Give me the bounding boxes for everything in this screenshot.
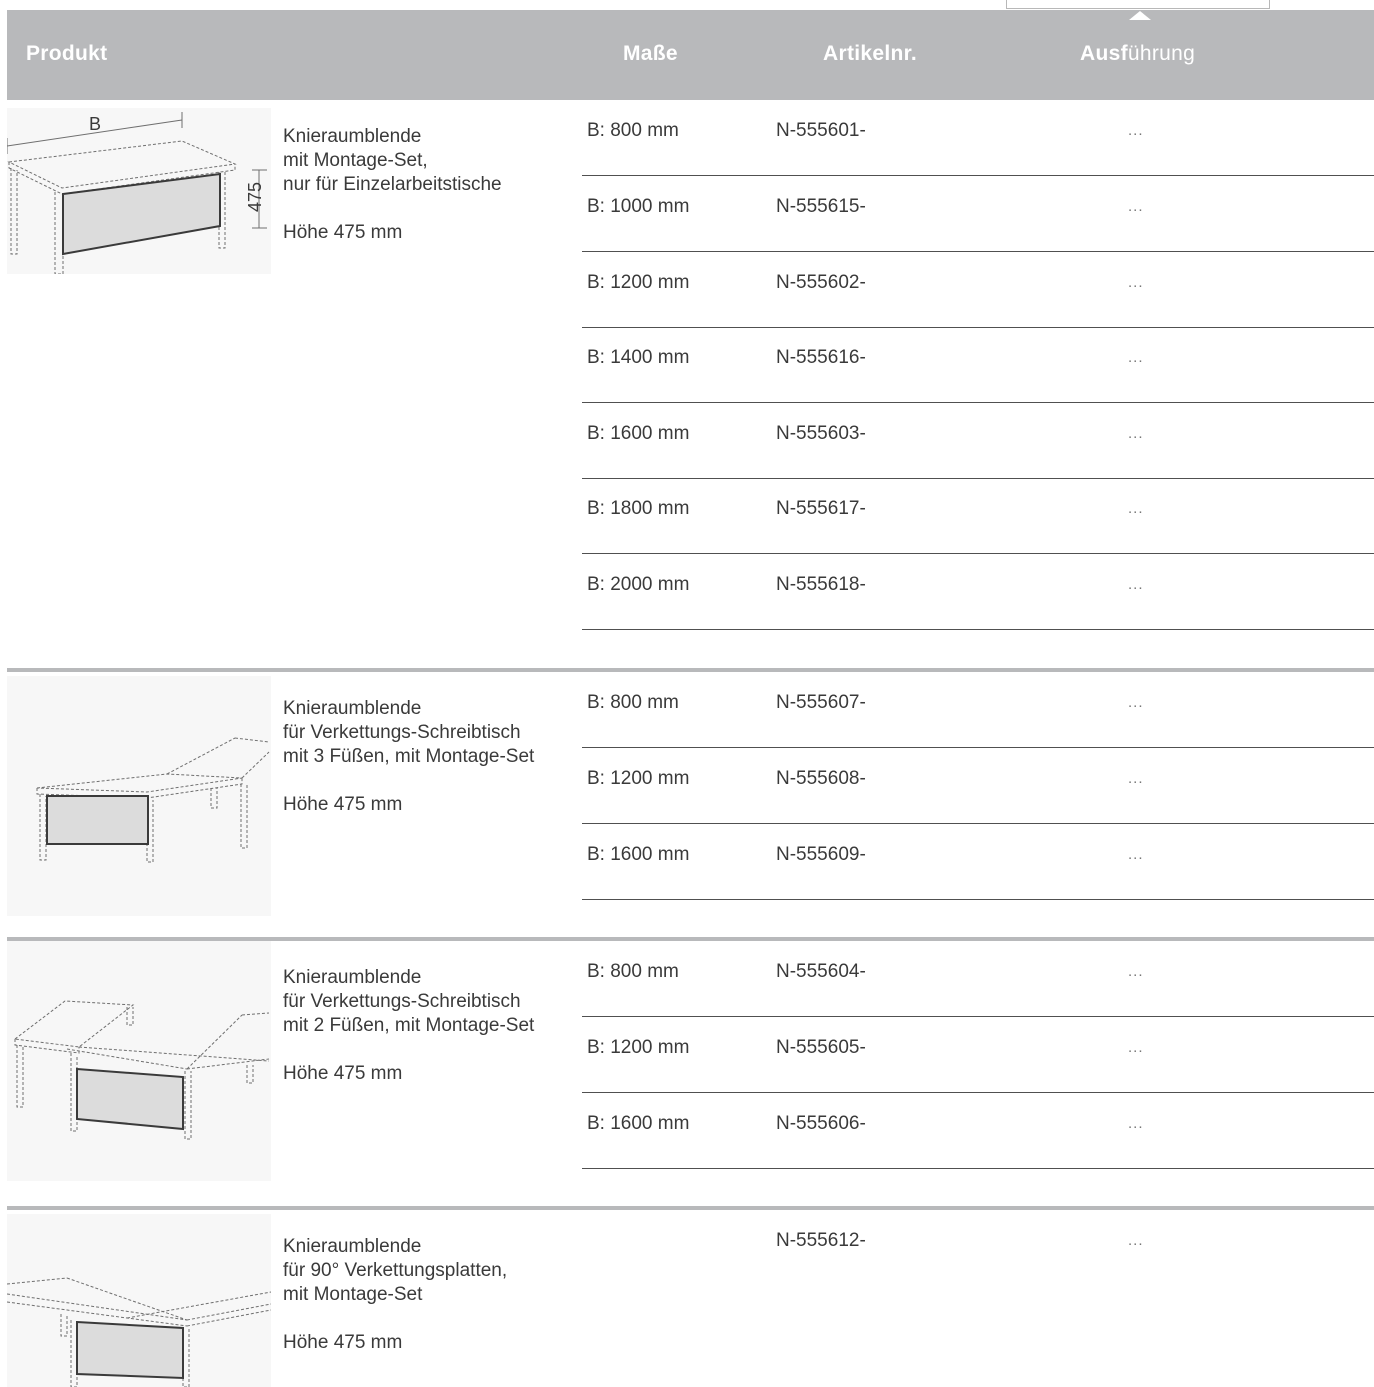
cell-artikelnr: N-555601- [776,120,866,141]
table-row[interactable]: B: 800 mm N-555601- ... [582,100,1374,176]
cell-masse: B: 800 mm [587,961,679,982]
desc-line: für 90° Verkettungsplatten, [283,1260,508,1281]
product-section-3: Knieraumblende für Verkettungs-Schreibti… [7,937,1374,1202]
table-header: Produkt Maße Artikelnr. Ausführung [7,10,1374,100]
table-row[interactable]: B: 800 mm N-555607- ... [582,672,1374,748]
cell-masse: B: 1200 mm [587,1037,690,1058]
cell-ausfuehrung: ... [1128,122,1144,139]
cell-artikelnr: N-555603- [776,423,866,444]
cell-ausfuehrung: ... [1128,349,1144,366]
desc-line: Knieraumblende [283,126,422,147]
desc-spacer [283,1307,507,1331]
cell-artikelnr: N-555606- [776,1113,866,1134]
cell-ausfuehrung: ... [1128,1115,1144,1132]
cell-masse: B: 1800 mm [587,498,690,519]
table-row[interactable]: B: 1800 mm N-555617- ... [582,478,1374,554]
cell-masse: B: 2000 mm [587,574,690,595]
cell-artikelnr: N-555608- [776,768,866,789]
cell-masse: B: 1600 mm [587,423,690,444]
desc-line: nur für Einzelarbeitstische [283,174,502,195]
desc-line: Knieraumblende [283,967,422,988]
cell-masse: B: 1200 mm [587,272,690,293]
cell-ausfuehrung: ... [1128,846,1144,863]
table-row[interactable]: B: 2000 mm N-555618- ... [582,554,1374,630]
cell-artikelnr: N-555604- [776,961,866,982]
cell-artikelnr: N-555617- [776,498,866,519]
product-description: Knieraumblende für Verkettungs-Schreibti… [283,966,534,1086]
desc-line: Höhe 475 mm [283,1063,403,1084]
table-row[interactable]: B: 800 mm N-555604- ... [582,941,1374,1017]
cell-ausfuehrung: ... [1128,694,1144,711]
product-description: Knieraumblende für Verkettungs-Schreibti… [283,697,534,817]
table-row[interactable]: B: 1200 mm N-555602- ... [582,252,1374,328]
desc-line: Höhe 475 mm [283,794,403,815]
desc-line: für Verkettungs-Schreibtisch [283,722,521,743]
cell-artikelnr: N-555618- [776,574,866,595]
desc-line: Knieraumblende [283,1236,422,1257]
desc-line: Knieraumblende [283,698,422,719]
cell-ausfuehrung: ... [1128,425,1144,442]
table-row[interactable]: B: 1400 mm N-555616- ... [582,327,1374,403]
cell-ausfuehrung: ... [1128,1039,1144,1056]
desc-spacer [283,197,502,221]
product-description: Knieraumblende für 90° Verkettungsplatte… [283,1235,507,1355]
table-row[interactable]: B: 1600 mm N-555609- ... [582,824,1374,900]
cell-masse: B: 1600 mm [587,844,690,865]
table-row[interactable]: N-555612- ... [582,1210,1374,1285]
desk-illustration-3-feet [7,676,271,916]
desc-line: Höhe 475 mm [283,1332,403,1353]
header-ausfuehrung-bold: Ausf [1080,42,1128,65]
cell-masse: B: 800 mm [587,692,679,713]
table-row[interactable]: B: 1200 mm N-555605- ... [582,1017,1374,1093]
table-row[interactable]: B: 1600 mm N-555603- ... [582,403,1374,479]
cell-ausfuehrung: ... [1128,770,1144,787]
cell-artikelnr: N-555615- [776,196,866,217]
desc-spacer [283,1038,534,1062]
header-masse: Maße [623,42,678,65]
cell-masse: B: 1600 mm [587,1113,690,1134]
cell-artikelnr: N-555609- [776,844,866,865]
desc-line: mit 3 Füßen, mit Montage-Set [283,746,535,767]
table-row[interactable]: B: 1000 mm N-555615- ... [582,176,1374,252]
table-row[interactable]: B: 1600 mm N-555606- ... [582,1093,1374,1169]
dim-label-b: B [89,114,101,134]
cell-ausfuehrung: ... [1128,500,1144,517]
header-ausfuehrung[interactable]: Ausführung [1080,42,1195,66]
caret-up-icon[interactable] [1129,11,1151,20]
cell-ausfuehrung: ... [1128,274,1144,291]
table-row[interactable]: B: 1200 mm N-555608- ... [582,748,1374,824]
cell-artikelnr: N-555607- [776,692,866,713]
header-ausfuehrung-light: ührung [1127,42,1196,65]
cell-ausfuehrung: ... [1128,198,1144,215]
cell-ausfuehrung: ... [1128,576,1144,593]
desc-line: mit Montage-Set, [283,150,428,171]
cell-masse: B: 1200 mm [587,768,690,789]
header-artikelnr: Artikelnr. [823,42,918,65]
cell-artikelnr: N-555616- [776,347,866,368]
product-description: Knieraumblende mit Montage-Set, nur für … [283,125,502,245]
product-section-4: Knieraumblende für 90° Verkettungsplatte… [7,1206,1374,1387]
product-section-2: Knieraumblende für Verkettungs-Schreibti… [7,668,1374,933]
cell-masse: B: 800 mm [587,120,679,141]
cell-masse: B: 1400 mm [587,347,690,368]
cell-ausfuehrung: ... [1128,1232,1144,1249]
desc-line: Höhe 475 mm [283,222,403,243]
cell-ausfuehrung: ... [1128,963,1144,980]
cell-masse: B: 1000 mm [587,196,690,217]
cell-artikelnr: N-555602- [776,272,866,293]
cell-artikelnr: N-555605- [776,1037,866,1058]
cell-artikelnr: N-555612- [776,1230,866,1251]
desk-illustration-2-feet [7,941,271,1181]
header-produkt: Produkt [26,42,108,65]
desc-spacer [283,769,534,793]
desk-illustration-90-degree [7,1214,271,1387]
desc-line: mit 2 Füßen, mit Montage-Set [283,1015,535,1036]
desc-line: für Verkettungs-Schreibtisch [283,991,521,1012]
dropdown-stub[interactable] [1006,0,1270,9]
desk-illustration-single: B 475 [7,108,271,274]
product-section-1: B 475 Knieraumblende mit Montage-Set, nu… [7,100,1374,660]
desc-line: mit Montage-Set [283,1284,423,1305]
dim-label-475: 475 [245,182,265,212]
